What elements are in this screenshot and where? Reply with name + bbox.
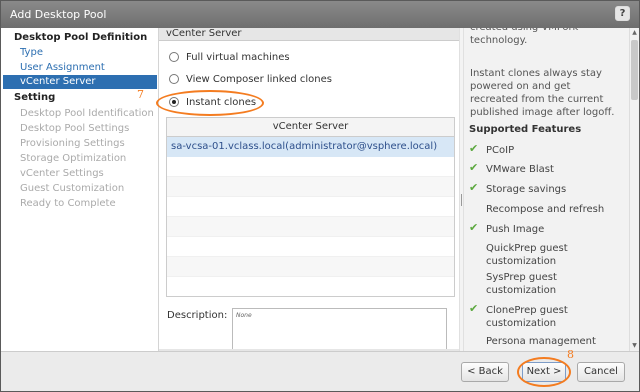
step-storage-optimization: Storage Optimization [20,153,127,164]
table-empty-row [167,157,454,177]
table-empty-row [167,177,454,197]
panel-header: vCenter Server [159,28,459,41]
step-user-assignment[interactable]: User Assignment [20,61,105,75]
scroll-down-arrow-icon[interactable]: ▼ [631,342,638,350]
vcenter-server-panel: vCenter Server Full virtual machines Vie… [137,28,459,356]
add-desktop-pool-dialog: Add Desktop Pool ? Desktop Pool Definiti… [0,0,640,392]
radio-button[interactable] [169,74,179,84]
radio-view-composer-linked-clones[interactable]: View Composer linked clones [169,73,332,87]
help-button[interactable]: ? [615,6,630,21]
feature-label: PCoIP [486,145,515,156]
step-desktop-pool-identification: Desktop Pool Identification [20,108,154,119]
info-paragraph: Instant clones always stay powered on an… [470,68,615,118]
radio-label: View Composer linked clones [186,74,332,85]
table-header: vCenter Server [167,118,454,137]
annotation-oval-instant-clones [156,90,264,116]
table-empty-row [167,237,454,257]
checkmark-icon: ✔ [469,142,479,155]
table-row[interactable]: sa-vcsa-01.vclass.local(administrator@vs… [167,137,454,157]
table-empty-row [167,257,454,277]
annotation-oval-next [517,357,571,387]
annotation-step-number-7: 7 [137,88,144,101]
table-empty-row [167,197,454,217]
feature-label: Recompose and refresh [486,204,605,215]
checkmark-icon: ✔ [469,221,479,234]
table-empty-row [167,217,454,237]
feature-label: ClonePrep guest customization [486,305,568,329]
feature-label: Push Image [486,224,545,235]
vertical-scrollbar[interactable]: ▲ ▼ [629,28,639,351]
radio-button[interactable] [169,52,179,62]
info-panel: created using VMFork technology. Instant… [464,28,629,351]
info-partial-text: created using VMFork technology. [470,28,578,46]
step-provisioning-settings: Provisioning Settings [20,138,125,149]
feature-label: Storage savings [486,184,567,195]
feature-label: SysPrep guest customization [486,272,557,296]
dialog-footer: < Back Next > Cancel 8 [1,348,639,391]
step-type[interactable]: Type [20,46,43,60]
radio-label: Full virtual machines [186,52,290,63]
checkmark-icon: ✔ [469,161,479,174]
back-button[interactable]: < Back [461,362,509,382]
description-label: Description: [167,310,228,321]
vcenter-server-table: vCenter Server sa-vcsa-01.vclass.local(a… [166,117,455,297]
supported-features-heading: Supported Features [469,124,582,135]
splitter-grip-icon [461,194,462,206]
step-ready-to-complete: Ready to Complete [20,198,116,209]
feature-label: QuickPrep guest customization [486,243,568,267]
annotation-step-number-8: 8 [567,348,574,361]
scrollbar-thumb[interactable] [631,40,638,100]
dialog-title: Add Desktop Pool [10,8,107,21]
step-guest-customization: Guest Customization [20,183,125,194]
feature-label: Persona management [486,336,596,347]
checkmark-icon: ✔ [469,181,479,194]
step-vcenter-server[interactable]: vCenter Server [3,75,157,89]
step-desktop-pool-settings: Desktop Pool Settings [20,123,130,134]
radio-full-virtual-machines[interactable]: Full virtual machines [169,51,290,65]
section-heading-setting: Setting [14,92,56,103]
checkmark-icon: ✔ [469,302,479,315]
title-bar: Add Desktop Pool ? [1,1,639,28]
wizard-steps-sidebar: Desktop Pool Definition Type User Assign… [1,28,159,351]
section-heading-pool-definition: Desktop Pool Definition [14,32,148,43]
cancel-button[interactable]: Cancel [577,362,625,382]
feature-label: VMware Blast [486,164,554,175]
scroll-up-arrow-icon[interactable]: ▲ [631,29,638,37]
step-vcenter-settings: vCenter Settings [20,168,104,179]
